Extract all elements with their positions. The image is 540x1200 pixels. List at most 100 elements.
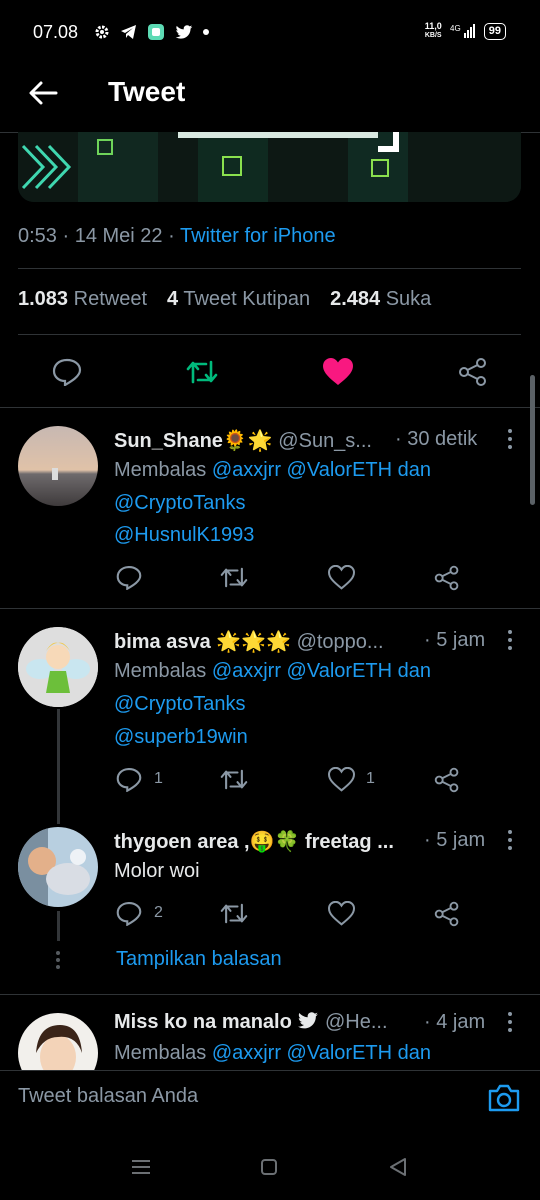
author-handle: @Sun_s...: [278, 430, 372, 452]
status-bar: 07.08 11,0 KB/S 4G 99: [0, 0, 540, 62]
reply-item[interactable]: Sun_Shane🌻🌟 @Sun_s... · 30 detik Membala…: [0, 408, 540, 608]
reply-time: · 4 jam: [424, 1011, 486, 1033]
more-options-icon[interactable]: [503, 1011, 517, 1033]
reply-header: Sun_Shane🌻🌟 @Sun_s...: [114, 428, 372, 453]
retweet-icon[interactable]: [186, 358, 218, 386]
reply-text: Molor woi: [114, 860, 200, 882]
reply-time: · 5 jam: [424, 829, 486, 851]
media-image: [18, 132, 521, 202]
reply-header: Miss ko na manalo @He...: [114, 1011, 388, 1034]
reply-header: thygoen area ,🤑🍀 freetag ...: [114, 829, 394, 854]
reply-actions: 2: [114, 900, 464, 930]
mention-link[interactable]: @HusnulK1993: [114, 524, 254, 546]
avatar[interactable]: [18, 627, 98, 707]
tweet-meta: 0:53 · 14 Mei 22 · Twitter for iPhone: [18, 225, 336, 247]
tweet-source-link[interactable]: Twitter for iPhone: [180, 225, 336, 247]
app-header: Tweet: [0, 62, 540, 133]
reply-item[interactable]: thygoen area ,🤑🍀 freetag ... · 5 jam Mol…: [0, 809, 540, 994]
quote-stat[interactable]: 4 Tweet Kutipan: [167, 288, 310, 311]
share-icon[interactable]: [434, 901, 460, 927]
avatar[interactable]: [18, 1013, 98, 1070]
recents-icon[interactable]: [131, 1159, 151, 1175]
signal-icon: 4G: [450, 24, 475, 38]
scrollbar[interactable]: [530, 375, 535, 505]
camera-icon[interactable]: [487, 1083, 521, 1113]
telegram-icon: [121, 25, 136, 39]
reply-icon[interactable]: [52, 358, 82, 386]
mention-link[interactable]: @CryptoTanks: [114, 693, 245, 715]
like-icon[interactable]: [328, 901, 355, 926]
retweet-icon[interactable]: [220, 767, 248, 792]
avatar[interactable]: [18, 426, 98, 506]
avatar[interactable]: [18, 827, 98, 907]
tweet-date: 14 Mei 22: [74, 225, 163, 247]
share-icon[interactable]: [434, 565, 460, 591]
battery-indicator: 99: [483, 22, 506, 40]
author-handle: @He...: [324, 1011, 388, 1033]
show-replies-link[interactable]: Tampilkan balasan: [116, 948, 282, 971]
reply-context: Membalas @axxjrr @ValorETH dan @CryptoTan…: [114, 459, 432, 514]
tweet-action-bar: [18, 344, 521, 400]
like-count: 1: [366, 770, 375, 787]
more-options-icon[interactable]: [503, 629, 517, 651]
mention-link[interactable]: @superb19win: [114, 726, 248, 748]
mention-link[interactable]: @CryptoTanks: [114, 492, 245, 514]
reply-item[interactable]: Miss ko na manalo @He... · 4 jam Membala…: [0, 995, 540, 1070]
more-options-icon[interactable]: [503, 829, 517, 851]
more-options-icon[interactable]: [503, 428, 517, 450]
reply-input-placeholder[interactable]: Tweet balasan Anda: [18, 1085, 198, 1108]
reply-composer[interactable]: Tweet balasan Anda: [0, 1070, 540, 1129]
reply-item[interactable]: bima asva 🌟🌟🌟 @toppo... · 5 jam Membalas…: [0, 609, 540, 824]
reply-count: 2: [154, 904, 163, 921]
avatar-image: [18, 1013, 98, 1070]
reply-actions: 1 1: [114, 766, 464, 796]
reply-time: · 30 detik: [395, 428, 478, 450]
net-speed: 11,0 KB/S: [424, 21, 442, 40]
mention-link[interactable]: @axxjrr @ValorETH: [212, 660, 392, 682]
author-name[interactable]: thygoen area ,🤑🍀 freetag ...: [114, 831, 394, 853]
divider: [18, 334, 521, 335]
dot-icon: [203, 29, 209, 35]
author-name[interactable]: Sun_Shane🌻🌟: [114, 430, 273, 452]
author-name[interactable]: Miss ko na manalo: [114, 1011, 292, 1033]
divider: [18, 268, 521, 269]
share-icon[interactable]: [434, 767, 460, 793]
mention-link[interactable]: @axxjrr @ValorETH: [212, 1042, 392, 1064]
like-icon[interactable]: [328, 767, 355, 792]
author-name[interactable]: bima asva 🌟🌟🌟: [114, 631, 291, 653]
tweet-stats: 1.083 Retweet 4 Tweet Kutipan 2.484 Suka: [18, 288, 431, 311]
retweet-icon[interactable]: [220, 565, 248, 590]
reply-time: · 5 jam: [424, 629, 486, 651]
app-icon: [148, 24, 164, 40]
thread-dots-icon: [56, 951, 60, 969]
retweet-stat[interactable]: 1.083 Retweet: [18, 288, 147, 311]
share-icon[interactable]: [458, 357, 488, 387]
reply-actions: [114, 564, 464, 594]
like-icon[interactable]: [328, 565, 355, 590]
page-title: Tweet: [108, 76, 186, 107]
system-status-icons: 11,0 KB/S 4G 99: [425, 22, 506, 40]
svg-text:4G: 4G: [450, 24, 461, 33]
reply-context: Membalas @axxjrr @ValorETH dan: [114, 1042, 432, 1064]
reply-count: 1: [154, 770, 163, 787]
avatar-image: [18, 627, 98, 707]
like-stat[interactable]: 2.484 Suka: [330, 288, 431, 311]
mention-link[interactable]: @axxjrr @ValorETH: [212, 459, 392, 481]
gear-icon: [95, 25, 109, 39]
thread-line: [57, 709, 60, 824]
reply-icon[interactable]: [116, 901, 142, 926]
avatar-image: [18, 426, 98, 506]
reply-text: @superb19win: [114, 721, 248, 754]
retweet-icon[interactable]: [220, 901, 248, 926]
reply-icon[interactable]: [116, 767, 142, 792]
home-icon[interactable]: [260, 1158, 278, 1176]
back-nav-icon[interactable]: [388, 1157, 408, 1177]
twitter-bird-icon: [298, 1012, 319, 1029]
reply-icon[interactable]: [116, 565, 142, 590]
tweet-time: 0:53: [18, 225, 57, 247]
notification-icons: [94, 23, 209, 41]
reply-text: @HusnulK1993: [114, 519, 254, 552]
tweet-media[interactable]: [18, 132, 521, 202]
like-filled-icon[interactable]: [322, 357, 354, 387]
back-arrow-icon[interactable]: [26, 76, 60, 110]
